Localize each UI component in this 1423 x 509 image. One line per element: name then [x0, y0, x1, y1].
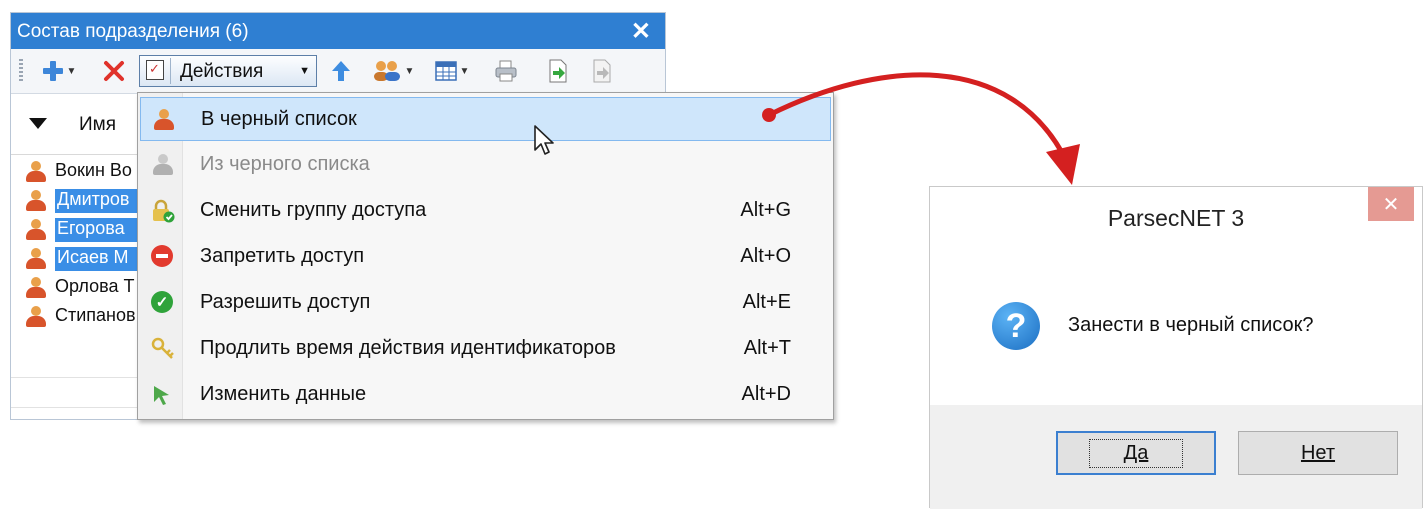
close-icon[interactable]: ✕: [1368, 187, 1414, 221]
confirm-dialog: ParsecNET 3 ✕ ? Занести в черный список?…: [929, 186, 1423, 509]
question-icon: ?: [992, 302, 1040, 350]
yes-label: Да: [1123, 441, 1149, 464]
no-label: Нет: [1300, 441, 1336, 464]
no-button[interactable]: Нет: [1238, 431, 1398, 475]
yes-button[interactable]: Да: [1056, 431, 1216, 475]
dialog-title: ParsecNET 3: [1107, 205, 1245, 231]
dialog-message: Занести в черный список?: [1068, 314, 1314, 336]
